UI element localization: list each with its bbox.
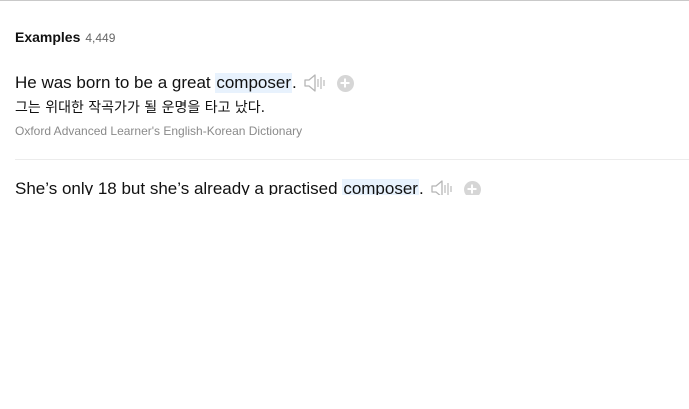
top-divider [0,0,689,1]
examples-count: 4,449 [85,31,116,45]
example-sentence: He was born to be a great composer . [15,71,689,95]
example-item: He was born to be a great composer . 그는 … [15,71,689,160]
example-sentence: She’s only 18 but she’s already a practi… [15,177,689,195]
speaker-icon[interactable] [431,180,455,195]
examples-header: Examples 4,449 [15,29,115,45]
add-to-wordbook-icon[interactable] [463,180,481,195]
examples-title: Examples [15,29,81,45]
sentence-text-before: She’s only 18 but she’s already a practi… [15,179,343,195]
highlighted-word: composer [215,73,292,93]
speaker-icon[interactable] [304,74,328,92]
sentence-text-after: . [418,179,424,195]
highlighted-word: composer [342,179,419,195]
examples-list: He was born to be a great composer . 그는 … [15,70,689,195]
example-translation: 그는 위대한 작곡가가 될 운명을 타고 났다. [15,100,266,116]
sentence-text-after: . [291,73,297,92]
sentence-text-before: He was born to be a great [15,73,216,92]
example-item: She’s only 18 but she’s already a practi… [15,160,689,195]
add-to-wordbook-icon[interactable] [336,74,354,92]
example-source[interactable]: Oxford Advanced Learner's English-Korean… [15,124,689,138]
